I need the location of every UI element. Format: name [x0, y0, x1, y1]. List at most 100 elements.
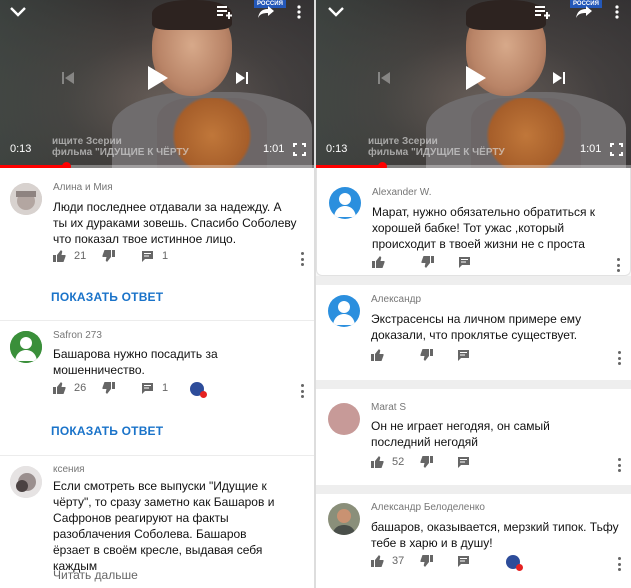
comment-card: Александр Экстрасенсы на личном примере …: [316, 285, 631, 380]
avatar[interactable]: [10, 466, 42, 498]
more-options-icon[interactable]: [292, 2, 306, 22]
comment-card: Александр Белоделенко башаров, оказывает…: [316, 494, 631, 588]
reply-count: 1: [162, 250, 169, 262]
show-reply-button[interactable]: ПОКАЗАТЬ ОТВЕТ: [51, 424, 163, 438]
comment-author[interactable]: Alexander W.: [372, 187, 431, 198]
like-button[interactable]: 21: [53, 250, 86, 262]
avatar[interactable]: [10, 183, 42, 215]
avatar[interactable]: [10, 331, 42, 363]
comment-actions: [316, 349, 631, 367]
video-player[interactable]: РОССИЯ ищите Зсерии фильма "ИДУЩИЕ К ЧЁР…: [0, 0, 314, 168]
card-gap: [316, 485, 631, 494]
comment-actions: [317, 256, 630, 274]
dislike-button[interactable]: [421, 256, 434, 268]
comment-text: Башарова нужно посадить за мошенничество…: [53, 347, 218, 377]
comment-card: Safron 273 Башарова нужно посадить за мо…: [0, 320, 314, 455]
dislike-button[interactable]: [102, 250, 115, 262]
dislike-button[interactable]: [420, 349, 433, 361]
play-icon[interactable]: [142, 62, 174, 94]
fullscreen-icon[interactable]: [290, 140, 308, 158]
comment-author[interactable]: Александр: [371, 294, 421, 305]
video-caption: ищите Зсерии фильма "ИДУЩИЕ К ЧЁРТУ: [368, 136, 578, 158]
comment-menu-icon[interactable]: [300, 252, 304, 266]
video-caption-line1: ищите Зсерии: [52, 136, 122, 147]
thumbs-up-icon: [371, 555, 384, 567]
comment-menu-icon[interactable]: [617, 351, 621, 365]
comment-author[interactable]: Safron 273: [53, 330, 102, 341]
card-gap: [316, 276, 631, 285]
video-caption-line2: фильма "ИДУЩИЕ К ЧЁРТУ: [368, 147, 505, 158]
comment-menu-icon[interactable]: [617, 557, 621, 571]
thumbs-down-icon: [420, 349, 433, 361]
creator-heart-icon: [506, 555, 523, 571]
card-gap: [316, 380, 631, 389]
comment-text: башаров, оказывается, мерзкий типок. Тьф…: [371, 520, 619, 550]
add-to-playlist-icon[interactable]: [532, 2, 554, 22]
comment-author[interactable]: Алина и Мия: [53, 182, 113, 193]
comment-menu-icon[interactable]: [617, 458, 621, 472]
reply-count-button[interactable]: 1: [141, 382, 168, 394]
like-button[interactable]: 37: [371, 555, 404, 567]
comment-menu-icon[interactable]: [616, 258, 620, 272]
comment-card: Alexander W. Марат, нужно обязательно об…: [316, 168, 631, 276]
avatar[interactable]: [328, 403, 360, 435]
comment-text: Люди последнее отдавали за надежду. А ты…: [53, 200, 297, 246]
avatar[interactable]: [329, 187, 361, 219]
play-icon[interactable]: [460, 62, 492, 94]
comment-actions: 21 1: [0, 250, 314, 268]
video-player[interactable]: РОССИЯ ищите Зсерии фильма "ИДУЩИЕ К ЧЁР…: [316, 0, 631, 168]
like-button[interactable]: [372, 256, 385, 268]
share-icon[interactable]: [572, 2, 596, 22]
reply-button[interactable]: [457, 456, 470, 468]
like-count: 52: [392, 456, 405, 468]
avatar[interactable]: [328, 295, 360, 327]
more-options-icon[interactable]: [610, 2, 624, 22]
dislike-button[interactable]: [420, 456, 433, 468]
fullscreen-icon[interactable]: [607, 140, 625, 158]
next-icon[interactable]: [549, 68, 569, 88]
reply-button[interactable]: [458, 256, 471, 268]
thumbs-down-icon: [102, 382, 115, 394]
reply-button[interactable]: [457, 555, 470, 567]
comment-icon: [142, 383, 153, 394]
left-screen: РОССИЯ ищите Зсерии фильма "ИДУЩИЕ К ЧЁР…: [0, 0, 314, 588]
like-button[interactable]: [371, 349, 384, 361]
comment-author[interactable]: ксения: [53, 464, 85, 475]
comment-card: ксения Если смотреть все выпуски "Идущие…: [0, 455, 314, 588]
comment-icon: [458, 350, 469, 361]
comment-icon: [459, 257, 470, 268]
comment-icon: [458, 457, 469, 468]
share-icon[interactable]: [254, 2, 278, 22]
thumbs-up-icon: [372, 256, 385, 268]
comment-author[interactable]: Marat S: [371, 402, 406, 413]
read-more-link[interactable]: Читать дальше: [53, 568, 138, 582]
comment-card: Алина и Мия Люди последнее отдавали за н…: [0, 168, 314, 320]
comment-author[interactable]: Александр Белоделенко: [371, 502, 485, 513]
thumbs-down-icon: [421, 256, 434, 268]
previous-icon: [58, 68, 78, 88]
like-button[interactable]: 52: [371, 456, 404, 468]
comment-text: Марат, нужно обязательно обратиться к хо…: [372, 205, 596, 251]
comment-actions: 52: [316, 456, 631, 474]
right-screen: РОССИЯ ищите Зсерии фильма "ИДУЩИЕ К ЧЁР…: [316, 0, 631, 588]
comment-menu-icon[interactable]: [300, 384, 304, 398]
current-time: 0:13: [326, 143, 348, 155]
dislike-button[interactable]: [420, 555, 433, 567]
creator-heart-icon: [190, 382, 207, 398]
avatar[interactable]: [328, 503, 360, 535]
comment-icon: [458, 556, 469, 567]
dislike-button[interactable]: [102, 382, 115, 394]
reply-button[interactable]: [457, 349, 470, 361]
like-count: 37: [392, 555, 405, 567]
next-icon[interactable]: [232, 68, 252, 88]
minimize-chevron-icon[interactable]: [324, 2, 348, 22]
show-reply-button[interactable]: ПОКАЗАТЬ ОТВЕТ: [51, 290, 163, 304]
comment-icon: [142, 251, 153, 262]
video-caption: ищите Зсерии фильма "ИДУЩИЕ К ЧЁРТУ: [52, 136, 262, 158]
reply-count-button[interactable]: 1: [141, 250, 168, 262]
minimize-chevron-icon[interactable]: [6, 2, 30, 22]
add-to-playlist-icon[interactable]: [214, 2, 236, 22]
video-caption-line2: фильма "ИДУЩИЕ К ЧЁРТУ: [52, 147, 189, 158]
like-button[interactable]: 26: [53, 382, 86, 394]
comment-text: Если смотреть все выпуски "Идущие к чёрт…: [53, 479, 275, 573]
